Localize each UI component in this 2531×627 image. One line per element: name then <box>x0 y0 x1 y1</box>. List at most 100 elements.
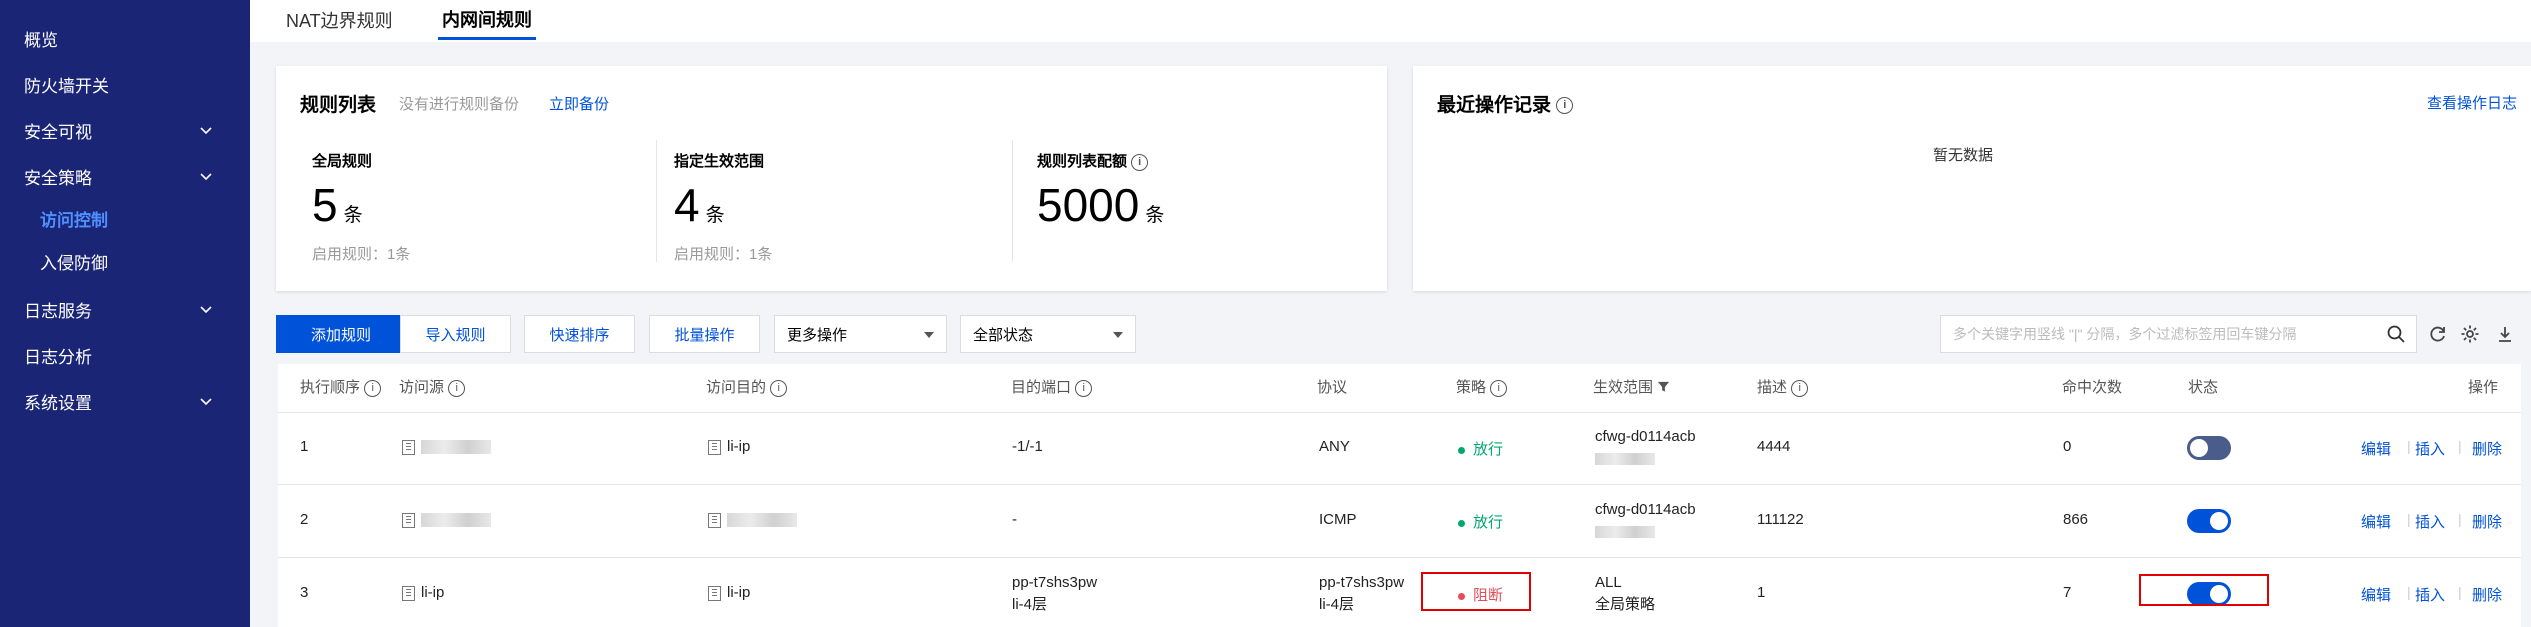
batch-operation-button[interactable]: 批量操作 <box>649 315 760 353</box>
info-icon[interactable]: i <box>1791 379 1809 397</box>
status-dot <box>1458 446 1465 454</box>
add-rule-button[interactable]: 添加规则 <box>276 315 406 353</box>
cell-port: -1/-1 <box>1012 438 1043 455</box>
address-object-icon <box>708 585 721 601</box>
tab-bar: NAT边界规则 内网间规则 <box>250 0 2531 42</box>
view-operation-log-link[interactable]: 查看操作日志 <box>2427 92 2517 113</box>
th-label: 访问源 <box>399 379 445 396</box>
toggle-knob <box>2210 512 2228 530</box>
cell-scope: ALL 全局策略 <box>1595 572 1655 616</box>
cell-description: 4444 <box>1757 438 1791 455</box>
search-input[interactable] <box>1941 316 2361 352</box>
refresh-icon[interactable] <box>2428 324 2448 344</box>
policy-label: 放行 <box>1473 514 1504 531</box>
status-dot <box>1458 519 1465 527</box>
import-rules-button[interactable]: 导入规则 <box>400 315 511 353</box>
chevron-down-icon <box>196 391 216 411</box>
protocol-line2: li-4层 <box>1319 596 1355 613</box>
cell-hits-link[interactable]: 0 <box>2063 438 2071 455</box>
backup-now-link[interactable]: 立即备份 <box>549 93 609 114</box>
more-operations-select[interactable]: 更多操作 <box>774 315 947 353</box>
stat-unit: 条 <box>1145 205 1165 226</box>
port-line2: li-4层 <box>1012 596 1048 613</box>
th-protocol: 协议 <box>1317 379 1348 396</box>
cell-text: li-ip <box>727 584 751 601</box>
th-status: 状态 <box>2188 379 2219 396</box>
edit-button[interactable]: 编辑 <box>2361 584 2391 605</box>
scope-line2 <box>1595 448 1696 470</box>
delete-button[interactable]: 删除 <box>2472 584 2502 605</box>
card-title: 规则列表 <box>300 95 377 116</box>
sidebar-item-security-policy[interactable]: 安全策略 <box>0 154 250 198</box>
cell-description: 111122 <box>1757 511 1804 528</box>
search-icon[interactable] <box>2386 324 2406 344</box>
caret-down-icon <box>924 332 934 338</box>
sidebar-item-system-settings[interactable]: 系统设置 <box>0 379 250 423</box>
stat-unit: 条 <box>343 205 363 226</box>
sidebar-item-label: 日志分析 <box>24 347 92 367</box>
delete-button[interactable]: 删除 <box>2472 438 2502 459</box>
rules-summary-card: 规则列表 没有进行规则备份 立即备份 <box>276 66 1387 291</box>
redacted-value <box>1595 526 1655 539</box>
cell-hits-link[interactable]: 7 <box>2063 584 2071 601</box>
tab-label: NAT边界规则 <box>286 11 393 31</box>
status-filter-select[interactable]: 全部状态 <box>960 315 1136 353</box>
table-row[interactable]: 1 li-ip -1/-1 ANY 放行 cfwg-d0114acb 4444 … <box>278 413 2521 485</box>
edit-button[interactable]: 编辑 <box>2361 511 2391 532</box>
info-icon[interactable]: i <box>364 379 382 397</box>
sidebar-item-access-control[interactable]: 访问控制 <box>0 196 250 240</box>
cell-destination: li-ip <box>708 584 750 601</box>
edit-button[interactable]: 编辑 <box>2361 438 2391 459</box>
gear-icon[interactable] <box>2460 324 2480 344</box>
th-source: 访问源 i <box>399 376 466 397</box>
info-icon[interactable]: i <box>1075 379 1093 397</box>
tab-nat-border-rules[interactable]: NAT边界规则 <box>286 0 393 40</box>
th-scope: 生效范围 <box>1593 376 1670 397</box>
empty-state-text: 暂无数据 <box>1933 147 1994 164</box>
sidebar-item-overview[interactable]: 概览 <box>0 16 250 60</box>
cell-description: 1 <box>1757 584 1766 601</box>
sidebar-item-label: 概览 <box>24 30 58 50</box>
sidebar-item-label: 入侵防御 <box>40 253 108 273</box>
insert-button[interactable]: 插入 <box>2415 438 2445 459</box>
info-icon[interactable]: i <box>1556 97 1574 115</box>
divider <box>1012 140 1013 262</box>
sidebar-item-log-analysis[interactable]: 日志分析 <box>0 333 250 377</box>
stat-scoped-rules: 指定生效范围 4条 启用规则：1条 <box>674 150 772 264</box>
cell-protocol: ANY <box>1319 438 1350 455</box>
caret-down-icon <box>1113 332 1123 338</box>
info-icon[interactable]: i <box>1131 153 1149 171</box>
quick-sort-button[interactable]: 快速排序 <box>524 315 635 353</box>
table-row[interactable]: 2 - ICMP 放行 cfwg-d0114acb 111122 866 编辑 … <box>278 486 2521 558</box>
th-label: 目的端口 <box>1011 379 1072 396</box>
sidebar-item-log-service[interactable]: 日志服务 <box>0 287 250 331</box>
divider: | <box>2407 438 2411 454</box>
status-toggle[interactable] <box>2187 436 2231 460</box>
stat-value: 5 <box>312 179 338 231</box>
cell-protocol: pp-t7shs3pw li-4层 <box>1319 572 1404 616</box>
sidebar-item-label: 防火墙开关 <box>24 76 109 96</box>
filter-icon[interactable] <box>1657 380 1670 397</box>
sidebar-item-security-visibility[interactable]: 安全可视 <box>0 108 250 152</box>
cell-hits-link[interactable]: 866 <box>2063 511 2088 528</box>
cell-source <box>402 438 491 455</box>
cell-text: li-ip <box>727 438 751 455</box>
info-icon[interactable]: i <box>770 379 788 397</box>
th-description: 描述 i <box>1757 376 1809 397</box>
info-icon[interactable]: i <box>1490 379 1508 397</box>
sidebar-item-firewall-switch[interactable]: 防火墙开关 <box>0 62 250 106</box>
th-dest-port: 目的端口 i <box>1011 376 1093 397</box>
sidebar-item-intrusion-prevention[interactable]: 入侵防御 <box>0 239 250 283</box>
download-icon[interactable] <box>2495 324 2515 344</box>
status-toggle[interactable] <box>2187 509 2231 533</box>
stat-sub: 启用规则：1条 <box>312 246 411 263</box>
delete-button[interactable]: 删除 <box>2472 511 2502 532</box>
insert-button[interactable]: 插入 <box>2415 584 2445 605</box>
select-value: 更多操作 <box>787 326 848 344</box>
info-icon[interactable]: i <box>448 379 466 397</box>
address-object-icon <box>402 512 415 528</box>
card-title: 最近操作记录 i <box>1437 90 1574 117</box>
th-destination: 访问目的 i <box>706 376 788 397</box>
insert-button[interactable]: 插入 <box>2415 511 2445 532</box>
tab-internal-rules[interactable]: 内网间规则 <box>438 0 536 40</box>
